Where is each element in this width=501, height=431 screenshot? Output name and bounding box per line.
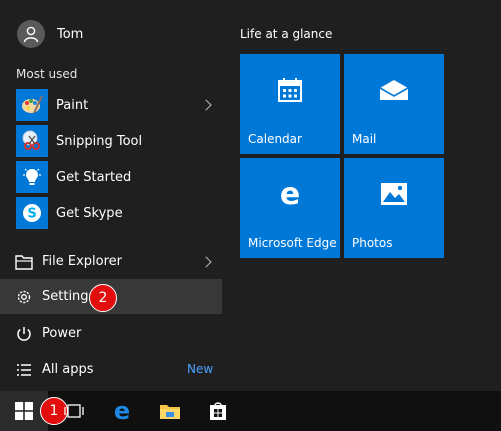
- windows-logo-icon: [15, 402, 33, 420]
- user-name: Tom: [57, 26, 84, 42]
- taskbar: 1 e: [0, 391, 501, 431]
- file-explorer-item[interactable]: File Explorer: [0, 244, 230, 279]
- app-label: Get Started: [56, 169, 132, 185]
- user-account[interactable]: Tom: [0, 17, 230, 51]
- tile-mail[interactable]: Mail: [344, 54, 444, 154]
- power-label: Power: [42, 326, 82, 341]
- snipping-tool-icon: [16, 125, 48, 157]
- svg-text:e: e: [114, 400, 130, 422]
- start-left-column: Tom Most used Paint Snipping Tool Get St…: [0, 0, 230, 391]
- store-icon: [210, 402, 226, 420]
- mail-icon: [378, 78, 410, 106]
- user-icon: [23, 26, 39, 43]
- taskbar-store-button[interactable]: [194, 391, 242, 431]
- gear-icon: [14, 287, 34, 307]
- chevron-right-icon[interactable]: [200, 99, 212, 111]
- tile-calendar[interactable]: Calendar: [240, 54, 340, 154]
- tile-photos[interactable]: Photos: [344, 158, 444, 258]
- power-icon: [14, 324, 34, 344]
- calendar-icon: [276, 76, 304, 108]
- tile-label: Mail: [352, 132, 377, 146]
- tile-label: Photos: [352, 236, 393, 250]
- tile-label: Calendar: [248, 132, 302, 146]
- skype-icon: S: [16, 197, 48, 229]
- tile-label: Microsoft Edge: [248, 236, 337, 250]
- svg-text:e: e: [280, 179, 300, 209]
- file-explorer-icon: [14, 252, 34, 272]
- svg-text:S: S: [27, 207, 36, 222]
- edge-icon: e: [275, 177, 305, 213]
- photos-icon: [379, 181, 409, 211]
- most-used-heading: Most used: [16, 67, 78, 81]
- chevron-right-icon[interactable]: [200, 255, 212, 268]
- new-badge: New: [187, 362, 214, 376]
- start-menu: Tom Most used Paint Snipping Tool Get St…: [0, 0, 501, 391]
- avatar: [17, 20, 45, 48]
- app-label: Get Skype: [56, 205, 123, 221]
- all-apps-label: All apps: [42, 362, 94, 377]
- tiles-group-heading: Life at a glance: [240, 27, 333, 41]
- tile-microsoft-edge[interactable]: e Microsoft Edge: [240, 158, 340, 258]
- task-view-icon: [64, 404, 84, 418]
- task-view-button[interactable]: [50, 391, 98, 431]
- app-item-snipping-tool[interactable]: Snipping Tool: [0, 123, 230, 159]
- get-started-icon: [16, 161, 48, 193]
- paint-icon: [16, 89, 48, 121]
- app-item-get-started[interactable]: Get Started: [0, 159, 230, 195]
- app-item-paint[interactable]: Paint: [0, 87, 230, 123]
- app-item-get-skype[interactable]: S Get Skype: [0, 195, 230, 231]
- list-icon: [14, 360, 34, 380]
- folder-icon: [160, 405, 180, 419]
- step-2-badge: 2: [89, 284, 117, 312]
- app-label: Snipping Tool: [56, 133, 143, 149]
- power-item[interactable]: Power: [0, 316, 230, 351]
- app-label: Paint: [56, 97, 89, 113]
- settings-label: Settings: [42, 289, 96, 304]
- edge-icon: e: [114, 400, 130, 422]
- taskbar-edge-button[interactable]: e: [98, 391, 146, 431]
- taskbar-file-explorer-button[interactable]: [146, 391, 194, 431]
- file-explorer-label: File Explorer: [42, 254, 123, 269]
